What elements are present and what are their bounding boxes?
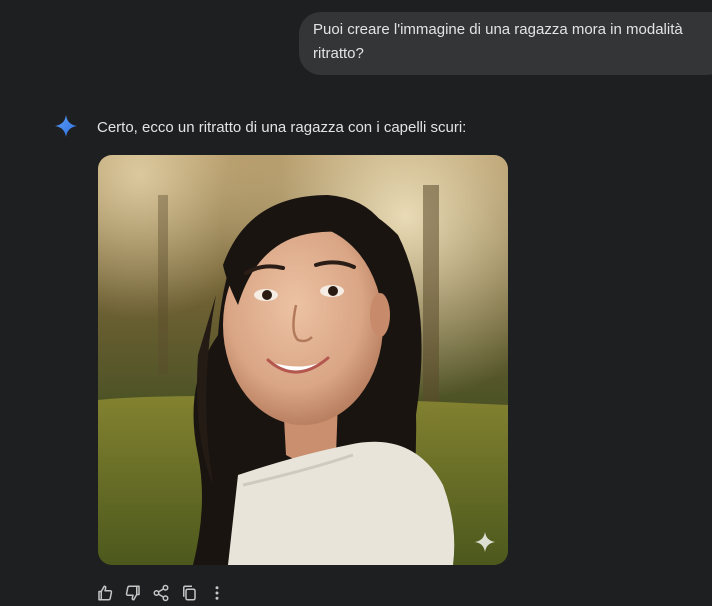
watermark-sparkle-icon	[474, 531, 496, 553]
thumbs-down-icon[interactable]	[122, 582, 144, 604]
more-options-icon[interactable]	[206, 582, 228, 604]
user-message-bubble: Puoi creare l'immagine di una ragazza mo…	[299, 12, 712, 75]
share-icon[interactable]	[150, 582, 172, 604]
gemini-sparkle-icon	[54, 114, 78, 138]
generated-portrait-image[interactable]	[98, 155, 508, 565]
assistant-reply-text: Certo, ecco un ritratto di una ragazza c…	[97, 119, 467, 136]
user-message-text: Puoi creare l'immagine di una ragazza mo…	[313, 21, 683, 62]
thumbs-up-icon[interactable]	[94, 582, 116, 604]
copy-icon[interactable]	[178, 582, 200, 604]
response-actions-bar	[94, 582, 234, 604]
